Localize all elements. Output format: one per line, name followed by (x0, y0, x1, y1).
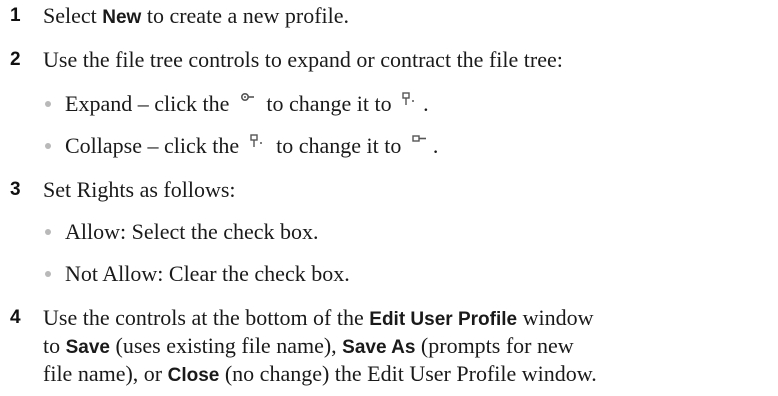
step-number: 4 (10, 307, 21, 328)
step-text: Select New to create a new profile. (43, 3, 350, 28)
step-text: Set Rights as follows: (43, 177, 236, 202)
tree-expanded-icon (249, 134, 262, 147)
step-number: 1 (10, 5, 21, 26)
bullet-expand: Expand – click the to change it to . (43, 90, 429, 118)
step-number: 3 (10, 179, 21, 200)
tree-collapsed-icon (412, 135, 426, 142)
bullet-dot (45, 101, 51, 108)
step-text-line-3: file name), or Close (no change) the Edi… (43, 361, 597, 386)
keyword-new: New (102, 7, 142, 28)
tree-collapsed-icon (240, 92, 254, 102)
step-text-line-2: to Save (uses existing file name), Save … (43, 333, 574, 358)
keyword-save: Save (65, 337, 110, 358)
tree-expanded-icon (402, 92, 415, 105)
keyword-close: Close (167, 365, 220, 386)
bullet-not-allow: Not Allow: Clear the check box. (43, 260, 350, 288)
bullet-dot (45, 271, 51, 278)
step-text-line-1: Use the controls at the bottom of the Ed… (43, 305, 594, 330)
bullet-dot (45, 229, 51, 236)
bullet-collapse: Collapse – click the to change it to . (43, 132, 438, 160)
step-text: Use the file tree controls to expand or … (43, 47, 563, 72)
bullet-dot (45, 143, 51, 150)
keyword-save-as: Save As (342, 337, 416, 358)
bullet-allow: Allow: Select the check box. (43, 218, 319, 246)
keyword-edit-user-profile: Edit User Profile (369, 309, 518, 330)
step-number: 2 (10, 49, 21, 70)
